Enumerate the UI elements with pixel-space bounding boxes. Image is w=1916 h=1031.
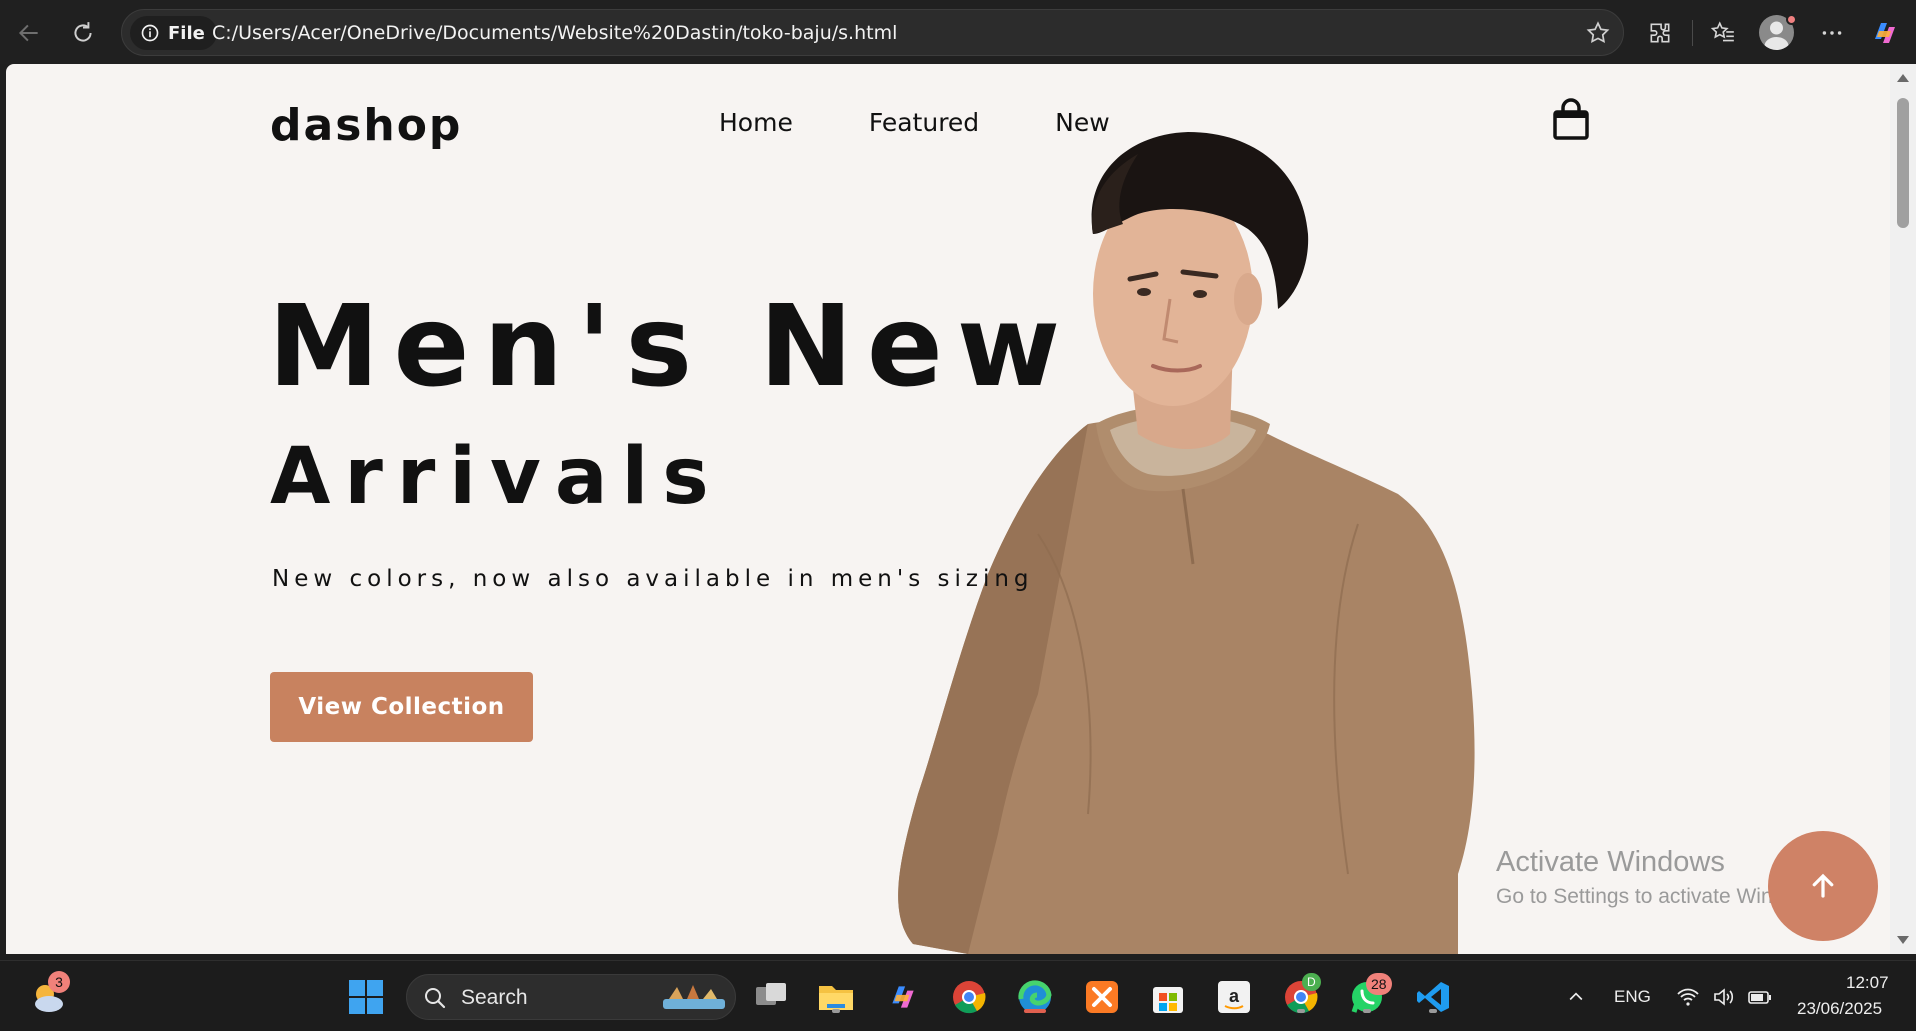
scrollbar-thumb[interactable] xyxy=(1897,98,1909,228)
battery-icon xyxy=(1748,991,1771,1004)
scroll-up-arrow-icon[interactable] xyxy=(1897,74,1909,82)
whatsapp-badge: 28 xyxy=(1366,973,1392,995)
profile-notification-dot xyxy=(1786,14,1797,25)
hero-title-line-1: Men's New xyxy=(268,282,1075,412)
search-icon xyxy=(425,988,446,1009)
speaker-icon xyxy=(1714,988,1734,1006)
vscode-running-indicator xyxy=(1429,1009,1437,1013)
hero-title-line-2: Arrivals xyxy=(270,432,723,522)
reload-icon xyxy=(74,22,92,42)
scroll-to-top-button[interactable] xyxy=(1768,831,1878,941)
whatsapp-running-indicator xyxy=(1363,1009,1371,1013)
arrow-up-icon xyxy=(1812,873,1834,898)
info-icon xyxy=(141,24,159,42)
favorite-star-button[interactable] xyxy=(1585,20,1611,50)
edge-button[interactable] xyxy=(1015,977,1055,1017)
explorer-running-indicator xyxy=(832,1009,840,1013)
chrome-running-indicator xyxy=(1297,1009,1305,1013)
edge-active-indicator xyxy=(1024,1009,1046,1013)
xampp-button[interactable] xyxy=(1082,977,1122,1017)
svg-text:a: a xyxy=(1229,986,1240,1006)
nav-new[interactable]: New xyxy=(1055,108,1110,137)
more-dots-icon xyxy=(1822,31,1842,35)
battery-button[interactable] xyxy=(1740,977,1780,1017)
view-collection-button[interactable]: View Collection xyxy=(270,672,533,742)
site-info-button[interactable]: File xyxy=(130,16,217,50)
toolbar-divider xyxy=(1692,20,1693,46)
amazon-icon: a xyxy=(1218,981,1250,1013)
browser-toolbar: File C:/Users/Acer/OneDrive/Documents/We… xyxy=(0,0,1916,64)
nav-featured[interactable]: Featured xyxy=(869,108,979,137)
taskbar-search[interactable]: Search xyxy=(406,974,736,1020)
chrome-icon xyxy=(953,981,986,1014)
show-hidden-icons-button[interactable] xyxy=(1556,977,1596,1017)
cart-button[interactable] xyxy=(1551,98,1591,146)
task-view-icon xyxy=(756,983,786,1005)
copilot-icon xyxy=(1875,23,1895,43)
search-label: Search xyxy=(461,986,528,1009)
volume-button[interactable] xyxy=(1704,977,1744,1017)
hero-model-image xyxy=(898,132,1475,954)
amazon-button[interactable]: a xyxy=(1214,977,1254,1017)
shopping-bag-icon xyxy=(1553,98,1589,140)
extensions-button[interactable] xyxy=(1641,14,1679,52)
clock-date[interactable]: 23/06/2025 xyxy=(1797,999,1882,1019)
chevron-up-icon xyxy=(1569,992,1583,1001)
windows-logo-icon xyxy=(349,980,383,1014)
page-scrollbar[interactable] xyxy=(1890,64,1916,954)
reload-button[interactable] xyxy=(64,14,102,52)
hero-subtitle: New colors, now also available in men's … xyxy=(272,566,1034,592)
url-text[interactable]: C:/Users/Acer/OneDrive/Documents/Website… xyxy=(212,22,897,44)
puzzle-icon xyxy=(1650,23,1670,43)
more-menu-button[interactable] xyxy=(1813,14,1851,52)
search-highlight-icon xyxy=(663,985,725,1009)
copilot-button[interactable] xyxy=(1866,14,1904,52)
task-view-button[interactable] xyxy=(751,977,791,1017)
back-arrow-icon xyxy=(18,24,38,42)
language-indicator[interactable]: ENG xyxy=(1614,987,1651,1007)
chrome-button[interactable] xyxy=(949,977,989,1017)
site-logo[interactable]: dashop xyxy=(270,100,462,151)
main-nav: Home Featured New xyxy=(719,108,1110,137)
url-chip-label: File xyxy=(168,22,205,44)
page-viewport: dashop Home Featured New Men's New Arriv… xyxy=(6,64,1890,954)
microsoft-store-button[interactable] xyxy=(1148,977,1188,1017)
favorites-button[interactable] xyxy=(1704,14,1742,52)
wifi-icon xyxy=(1677,988,1699,1006)
vscode-button[interactable] xyxy=(1413,977,1453,1017)
weather-badge: 3 xyxy=(48,971,70,993)
star-icon xyxy=(1586,21,1610,44)
copilot-taskbar-button[interactable] xyxy=(883,977,923,1017)
start-button[interactable] xyxy=(346,977,386,1017)
back-button[interactable] xyxy=(10,14,48,52)
clock-time[interactable]: 12:07 xyxy=(1846,973,1889,993)
store-icon xyxy=(1153,987,1183,1013)
network-button[interactable] xyxy=(1668,977,1708,1017)
nav-home[interactable]: Home xyxy=(719,108,793,137)
scroll-down-arrow-icon[interactable] xyxy=(1897,936,1909,944)
file-explorer-button[interactable] xyxy=(816,977,856,1017)
copilot-icon xyxy=(892,986,914,1008)
xampp-icon xyxy=(1086,981,1118,1013)
favorites-icon xyxy=(1710,21,1734,42)
chrome-profile-badge: D xyxy=(1302,973,1321,991)
address-bar[interactable]: File C:/Users/Acer/OneDrive/Documents/We… xyxy=(121,9,1624,56)
windows-taskbar: 3 Search a D 28 ENG 12:07 23/06/2025 xyxy=(0,960,1916,1031)
